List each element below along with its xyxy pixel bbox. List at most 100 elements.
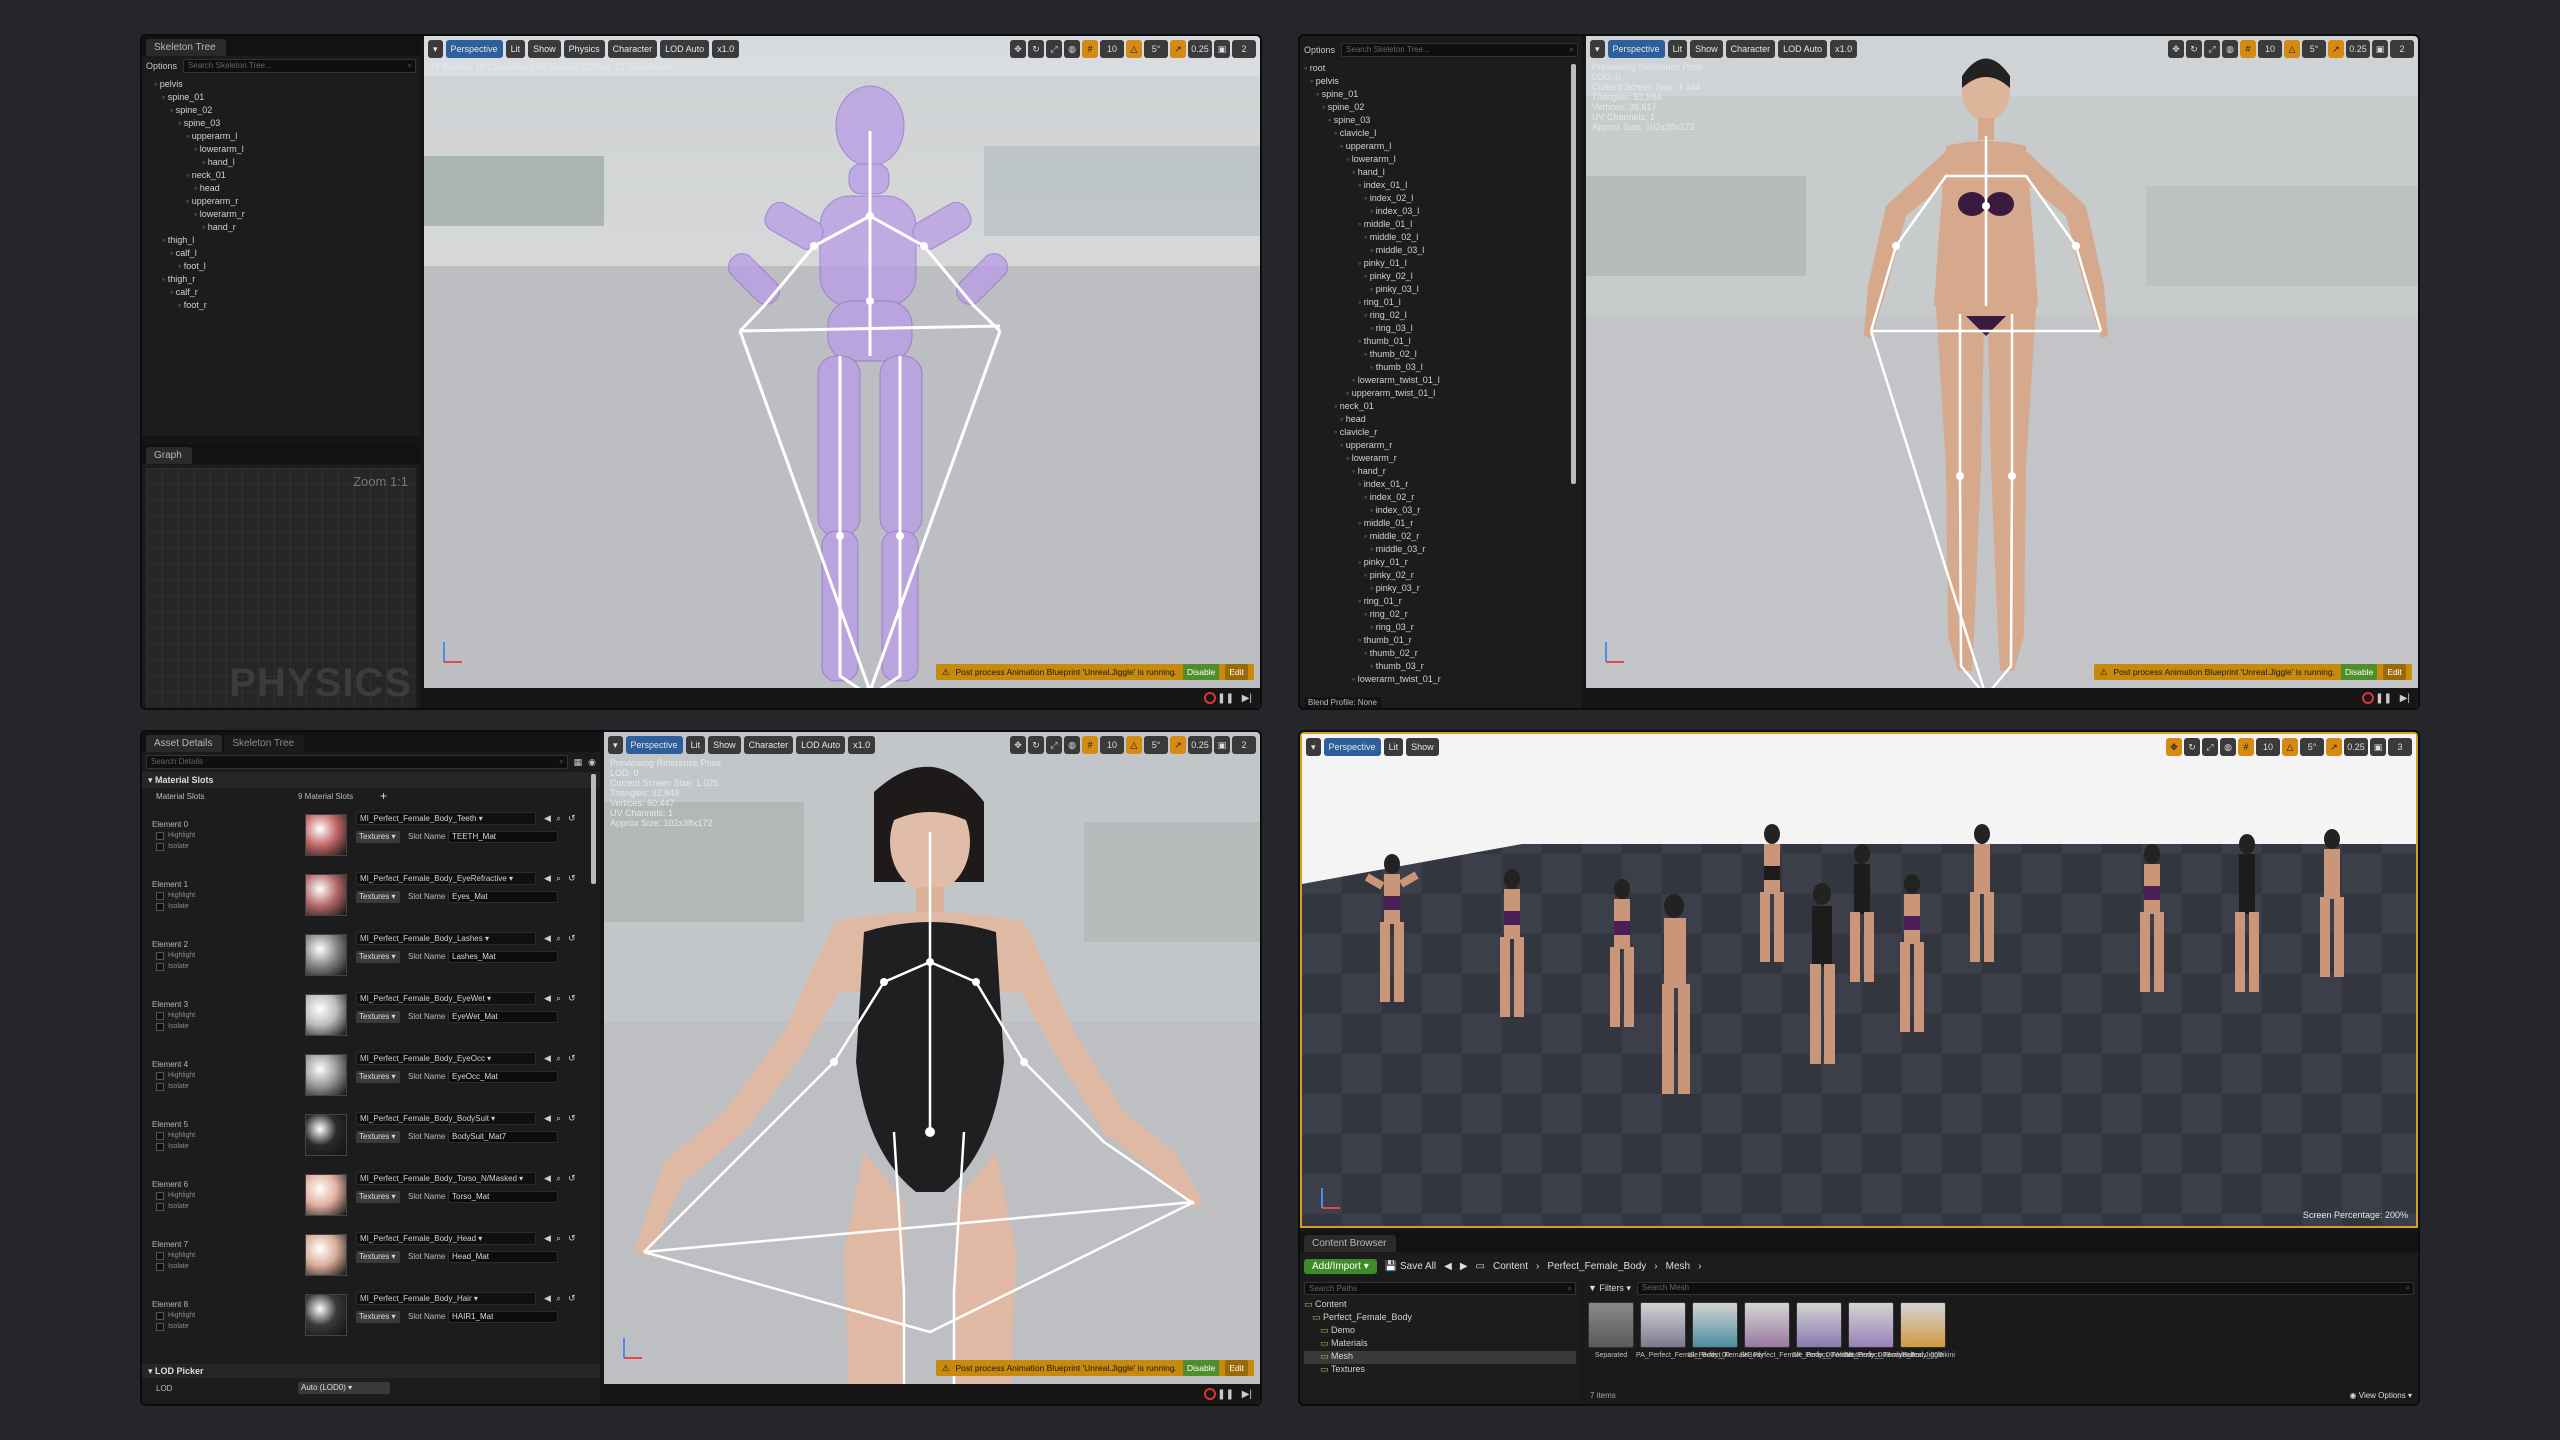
- toolbar-character[interactable]: Character: [743, 736, 794, 754]
- scale-snap-icon[interactable]: ↗: [2326, 738, 2342, 756]
- camera-speed-icon[interactable]: ▣: [2370, 738, 2386, 756]
- back-arrow-icon[interactable]: ◀: [544, 1053, 551, 1064]
- viewport-menu-button[interactable]: ▾: [428, 40, 443, 58]
- pause-icon[interactable]: ❚❚: [1217, 1389, 1234, 1400]
- add-slot-icon[interactable]: +: [380, 789, 387, 803]
- tree-item[interactable]: ◦ lowerarm_l: [1304, 153, 1578, 166]
- toolbar-physics[interactable]: Physics: [563, 40, 605, 58]
- angle-snap-icon[interactable]: △: [1126, 40, 1142, 58]
- rotate-icon[interactable]: ↻: [2184, 738, 2200, 756]
- tree-item[interactable]: ◦ pinky_01_l: [1304, 257, 1578, 270]
- slot-name-field[interactable]: EyeWet_Mat: [448, 1011, 558, 1023]
- move-icon[interactable]: ✥: [1010, 736, 1026, 754]
- slot-name-field[interactable]: TEETH_Mat: [448, 831, 558, 843]
- lod-dropdown[interactable]: Auto (LOD0) ▾: [298, 1382, 390, 1394]
- angle-snap-icon[interactable]: △: [1126, 736, 1142, 754]
- slot-name-field[interactable]: HAIR1_Mat: [448, 1311, 558, 1323]
- folder-item[interactable]: ▭ Textures: [1304, 1364, 1576, 1377]
- tree-item[interactable]: ◦ index_01_l: [1304, 179, 1578, 192]
- physics-viewport[interactable]: ▾ Perspective Lit Show Physics Character LOD A…: [424, 36, 1260, 708]
- browse-icon[interactable]: ⌕: [556, 813, 561, 824]
- material-picker[interactable]: MI_Perfect_Female_Body_Teeth ▾: [356, 812, 536, 825]
- camera-speed-icon[interactable]: ▣: [1214, 40, 1230, 58]
- toolbar-x1-0[interactable]: x1.0: [848, 736, 876, 754]
- tree-item[interactable]: ◦ ring_02_l: [1304, 309, 1578, 322]
- camera-speed-value[interactable]: 2: [1232, 736, 1256, 754]
- textures-dropdown[interactable]: Textures ▾: [356, 891, 400, 903]
- back-arrow-icon[interactable]: ◀: [544, 1293, 551, 1304]
- tab-skeleton-tree[interactable]: Skeleton Tree: [146, 39, 226, 56]
- pause-icon[interactable]: ❚❚: [2375, 693, 2392, 704]
- world-icon[interactable]: ◍: [1064, 736, 1080, 754]
- tree-item[interactable]: ◦ middle_03_l: [1304, 244, 1578, 257]
- tree-item[interactable]: ◦ thigh_r: [146, 273, 416, 286]
- reset-icon[interactable]: ↺: [568, 813, 576, 824]
- reset-icon[interactable]: ↺: [568, 993, 576, 1004]
- toolbar-lod-auto[interactable]: LOD Auto: [660, 40, 710, 58]
- asset-tile[interactable]: [1692, 1302, 1738, 1348]
- tree-item[interactable]: ◦ index_03_r: [1304, 504, 1578, 517]
- scale-icon[interactable]: ⤢: [2202, 738, 2218, 756]
- textures-dropdown[interactable]: Textures ▾: [356, 1131, 400, 1143]
- tree-item[interactable]: ◦ upperarm_r: [1304, 439, 1578, 452]
- tree-item[interactable]: ◦ index_01_r: [1304, 478, 1578, 491]
- reset-icon[interactable]: ↺: [568, 873, 576, 884]
- tree-item[interactable]: ◦ lowerarm_r: [146, 208, 416, 221]
- angle-snap-value[interactable]: 5°: [2302, 40, 2326, 58]
- tree-item[interactable]: ◦ upperarm_r: [146, 195, 416, 208]
- material-picker[interactable]: MI_Perfect_Female_Body_Lashes ▾: [356, 932, 536, 945]
- material-picker[interactable]: MI_Perfect_Female_Body_Torso_N/Masked ▾: [356, 1172, 536, 1185]
- tree-item[interactable]: ◦ ring_03_r: [1304, 621, 1578, 634]
- material-thumbnail[interactable]: [305, 1054, 347, 1096]
- browse-icon[interactable]: ⌕: [556, 1113, 561, 1124]
- back-arrow-icon[interactable]: ◀: [544, 933, 551, 944]
- toolbar-lit[interactable]: Lit: [505, 40, 526, 58]
- tree-item[interactable]: ◦ neck_01: [1304, 400, 1578, 413]
- material-thumbnail[interactable]: [305, 1174, 347, 1216]
- toolbar-perspective[interactable]: Perspective: [1323, 738, 1381, 756]
- step-forward-icon[interactable]: ▶|: [2400, 693, 2410, 704]
- scale-snap-value[interactable]: 0.25: [2346, 40, 2370, 58]
- scale-snap-icon[interactable]: ↗: [2328, 40, 2344, 58]
- material-picker[interactable]: MI_Perfect_Female_Body_EyeWet ▾: [356, 992, 536, 1005]
- step-forward-icon[interactable]: ▶|: [1242, 1389, 1252, 1400]
- material-thumbnail[interactable]: [305, 1294, 347, 1336]
- tree-item[interactable]: ◦ calf_r: [146, 286, 416, 299]
- breadcrumb-content[interactable]: Content: [1493, 1261, 1528, 1272]
- viewport-menu-button[interactable]: ▾: [1590, 40, 1605, 58]
- textures-dropdown[interactable]: Textures ▾: [356, 1071, 400, 1083]
- search-mesh-input[interactable]: Search Mesh ⌕: [1636, 1281, 2414, 1295]
- isolate-checkbox[interactable]: [156, 1083, 164, 1091]
- disable-button[interactable]: Disable: [2340, 664, 2378, 680]
- slot-name-field[interactable]: Head_Mat: [448, 1251, 558, 1263]
- textures-dropdown[interactable]: Textures ▾: [356, 1311, 400, 1323]
- tree-item[interactable]: ◦ middle_01_r: [1304, 517, 1578, 530]
- disable-button[interactable]: Disable: [1182, 664, 1220, 680]
- edit-button[interactable]: Edit: [1225, 664, 1248, 680]
- world-icon[interactable]: ◍: [2220, 738, 2236, 756]
- tree-item[interactable]: ◦ ring_02_r: [1304, 608, 1578, 621]
- isolate-checkbox[interactable]: [156, 843, 164, 851]
- grid-snap-value[interactable]: 10: [1100, 40, 1124, 58]
- tree-item[interactable]: ◦ index_02_r: [1304, 491, 1578, 504]
- material-thumbnail[interactable]: [305, 814, 347, 856]
- grid-snap-value[interactable]: 10: [2256, 738, 2280, 756]
- grid-view-icon[interactable]: ▦: [574, 757, 583, 768]
- skeleton-search-input[interactable]: Search Skeleton Tree... ⌕: [1341, 43, 1578, 57]
- tree-item[interactable]: ◦ thumb_02_l: [1304, 348, 1578, 361]
- back-arrow-icon[interactable]: ◀: [544, 873, 551, 884]
- tree-item[interactable]: ◦ middle_03_r: [1304, 543, 1578, 556]
- material-picker[interactable]: MI_Perfect_Female_Body_EyeOcc ▾: [356, 1052, 536, 1065]
- tree-item[interactable]: ◦ thigh_l: [146, 234, 416, 247]
- back-arrow-icon[interactable]: ◀: [544, 813, 551, 824]
- textures-dropdown[interactable]: Textures ▾: [356, 831, 400, 843]
- reset-icon[interactable]: ↺: [568, 1113, 576, 1124]
- tree-item[interactable]: ◦ spine_02: [1304, 101, 1578, 114]
- tree-item[interactable]: ◦ foot_r: [146, 299, 416, 312]
- browse-icon[interactable]: ⌕: [556, 1173, 561, 1184]
- scale-icon[interactable]: ⤢: [2204, 40, 2220, 58]
- toolbar-x1-0[interactable]: x1.0: [712, 40, 740, 58]
- angle-snap-icon[interactable]: △: [2284, 40, 2300, 58]
- reset-icon[interactable]: ↺: [568, 1053, 576, 1064]
- toolbar-lit[interactable]: Lit: [1383, 738, 1404, 756]
